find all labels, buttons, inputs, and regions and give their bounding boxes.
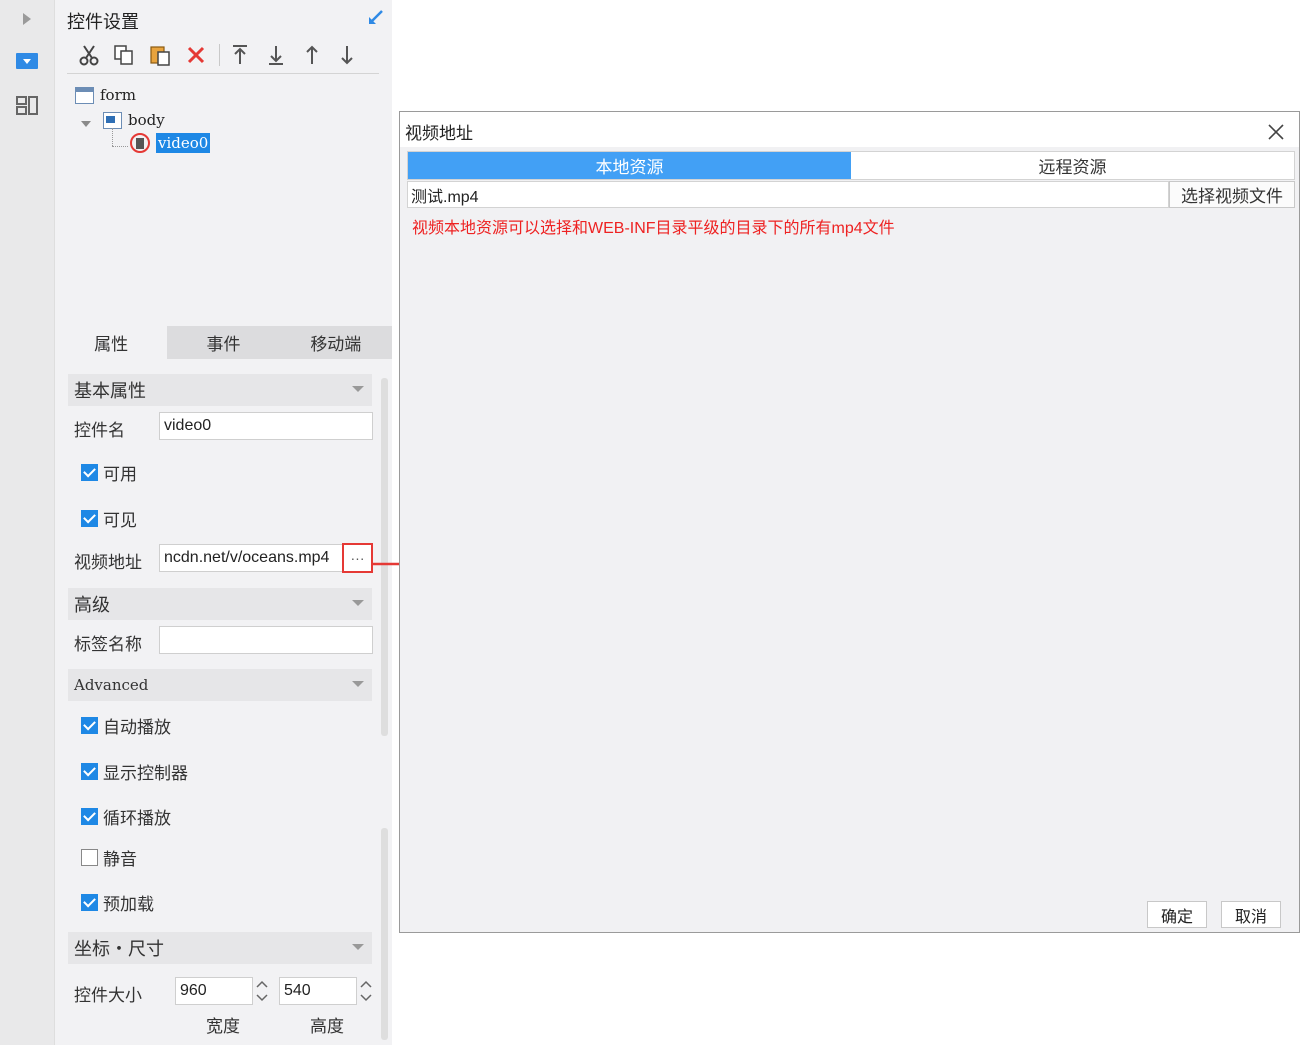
settings-panel: 控件设置 form body video0 属性 事件 移动端 基本属性 控件名… [55,0,392,1045]
paste-icon[interactable] [146,40,174,70]
form-icon [75,86,94,104]
tree-node-form[interactable]: form [75,86,136,104]
tree-connector-h [112,146,128,147]
checkbox-box [81,808,98,825]
hint-text: 视频本地资源可以选择和WEB-INF目录平级的目录下的所有mp4文件 [412,220,895,237]
tag-name-field[interactable] [159,626,373,654]
collapse-icon [352,600,364,606]
height-stepper[interactable] [357,977,375,1005]
scissors-icon[interactable] [75,40,103,70]
stepper-down-icon [256,994,268,1002]
scrollbar-lower[interactable] [381,828,388,1040]
stepper-up-icon [360,980,372,988]
tab-properties[interactable]: 属性 [55,326,168,359]
more-button[interactable]: ··· [342,543,373,573]
section-advanced-en[interactable]: Advanced [68,669,372,701]
ok-button[interactable]: 确定 [1147,901,1207,928]
width-caption: 宽度 [206,1017,240,1036]
play-icon[interactable] [12,4,42,34]
checkbox-box [81,717,98,734]
section-advanced-en-title: Advanced [74,676,149,694]
video-url-label: 视频地址 [74,553,142,572]
tab-events[interactable]: 事件 [167,326,280,359]
tree-connector [112,128,113,146]
file-name-field[interactable]: 测试.mp4 [407,181,1169,208]
visible-label: 可见 [103,511,137,530]
collapse-icon [352,681,364,687]
preload-checkbox[interactable]: 预加载 [81,890,154,915]
size-label: 控件大小 [74,986,142,1005]
collapse-icon [352,386,364,392]
loop-label: 循环播放 [103,809,171,828]
move-down-icon[interactable] [333,40,361,70]
toolbar-divider [67,73,379,74]
visible-checkbox[interactable]: 可见 [81,506,137,531]
name-label: 控件名 [74,421,125,440]
section-advanced[interactable]: 高级 [68,588,372,620]
video-url-dialog: 视频地址 本地资源 远程资源 测试.mp4 选择视频文件 视频本地资源可以选择和… [399,111,1300,933]
height-input[interactable]: 540 [279,977,357,1005]
move-top-icon[interactable] [226,40,254,70]
move-up-icon[interactable] [298,40,326,70]
tree-node-form-label: form [100,86,136,104]
tree-node-body[interactable]: body [103,111,165,129]
dialog-header: 视频地址 [400,112,1299,147]
tree-node-body-label: body [128,111,165,129]
name-field[interactable]: video0 [159,412,373,440]
checkbox-box [81,849,98,866]
cancel-button[interactable]: 取消 [1221,901,1281,928]
stepper-down-icon [360,994,372,1002]
checkbox-box [81,763,98,780]
layout-icon[interactable] [12,90,42,120]
height-caption: 高度 [310,1017,344,1036]
tree-node-video0[interactable]: video0 [130,133,211,153]
enabled-label: 可用 [103,465,137,484]
close-icon[interactable] [1267,115,1285,148]
section-basic-title: 基本属性 [74,381,146,401]
section-position-title: 坐标・尺寸 [74,939,164,959]
video-icon [130,133,150,153]
tree-expand-icon[interactable] [80,116,92,134]
enabled-checkbox[interactable]: 可用 [81,460,137,485]
tab-mobile[interactable]: 移动端 [279,326,392,359]
mute-checkbox[interactable]: 静音 [81,845,137,870]
collapse-icon [352,944,364,950]
show-controls-checkbox[interactable]: 显示控制器 [81,759,188,784]
width-stepper[interactable] [253,977,271,1005]
choose-video-button[interactable]: 选择视频文件 [1169,181,1295,208]
checkbox-box [81,510,98,527]
width-input[interactable]: 960 [175,977,253,1005]
copy-icon[interactable] [110,40,138,70]
icon-rail [0,0,55,1045]
tab-remote-resource[interactable]: 远程资源 [851,152,1294,179]
checkbox-box [81,464,98,481]
autoplay-checkbox[interactable]: 自动播放 [81,713,171,738]
pin-icon[interactable] [367,8,385,31]
component-icon[interactable] [12,46,42,76]
section-basic[interactable]: 基本属性 [68,374,372,406]
mute-label: 静音 [103,850,137,869]
toolbar-separator [219,44,220,66]
tab-local-resource[interactable]: 本地资源 [408,152,851,179]
property-tabs: 属性 事件 移动端 [55,326,392,359]
autoplay-label: 自动播放 [103,718,171,737]
move-bottom-icon[interactable] [262,40,290,70]
tree-node-video0-label: video0 [156,133,211,153]
stepper-up-icon [256,980,268,988]
preload-label: 预加载 [103,895,154,914]
video-url-field[interactable]: ncdn.net/v/oceans.mp4 [159,544,343,572]
section-advanced-title: 高级 [74,595,110,615]
panel-title: 控件设置 [67,12,139,32]
checkbox-box [81,894,98,911]
show-controls-label: 显示控制器 [103,764,188,783]
delete-icon[interactable] [182,40,210,70]
tag-name-label: 标签名称 [74,635,142,654]
body-icon [103,111,122,129]
dialog-tabs: 本地资源 远程资源 [407,151,1295,180]
loop-checkbox[interactable]: 循环播放 [81,804,171,829]
section-position[interactable]: 坐标・尺寸 [68,932,372,964]
dialog-title: 视频地址 [405,124,473,143]
